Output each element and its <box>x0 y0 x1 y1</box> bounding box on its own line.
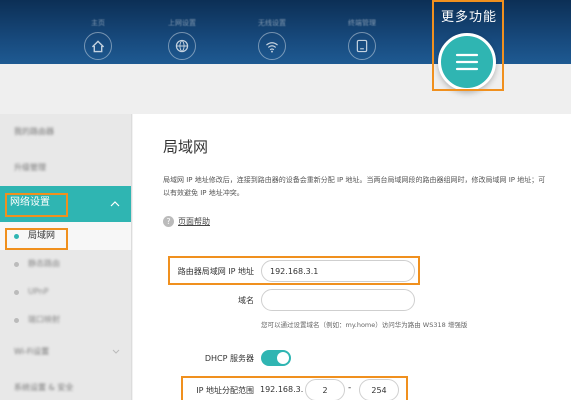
toggle-knob <box>277 352 289 364</box>
sidebar-item-label: 系统设置 & 安全 <box>14 383 74 392</box>
sidebar-item-port-mapping[interactable]: 端口映射 <box>0 306 131 334</box>
nav-item-label: 主页 <box>91 19 105 27</box>
wifi-icon <box>258 32 286 60</box>
home-icon <box>84 32 112 60</box>
sidebar-item-upnp[interactable]: UPnP <box>0 278 131 306</box>
sidebar-item-label: 我的路由器 <box>14 127 54 136</box>
devices-icon <box>348 32 376 60</box>
nav-item-label: 无线设置 <box>258 19 286 27</box>
ip-range-highlight <box>181 376 408 400</box>
bullet-icon <box>14 318 19 323</box>
sidebar-item-system-settings[interactable]: 系统设置 & 安全 <box>0 370 131 400</box>
sidebar-item-static-route[interactable]: 静态路由 <box>0 250 131 278</box>
sidebar-item-label: 静态路由 <box>28 259 60 268</box>
sidebar-item-my-router[interactable]: 我的路由器 <box>0 114 131 150</box>
domain-label: 域名 <box>238 296 254 305</box>
nav-item-label: 终端管理 <box>348 19 376 27</box>
domain-hint: 您可以通过设置域名（例如：my.home）访问华为路由 WS318 增强版 <box>261 321 468 329</box>
page-help-label: 页面帮助 <box>178 217 210 226</box>
dhcp-label: DHCP 服务器 <box>204 354 254 363</box>
globe-icon <box>168 32 196 60</box>
lan-item-highlight <box>5 228 68 250</box>
nav-item-wifi[interactable]: 无线设置 <box>252 18 292 64</box>
page-help-link[interactable]: ? 页面帮助 <box>163 216 210 227</box>
domain-input[interactable] <box>261 289 415 311</box>
chevron-down-icon <box>112 349 120 354</box>
router-ip-highlight <box>168 256 420 285</box>
nav-item-devices[interactable]: 终端管理 <box>342 18 382 64</box>
sidebar: 我的路由器 升级管理 网络设置 局域网 静态路由 UPnP 端口映射 Wi-Fi… <box>0 114 132 400</box>
sidebar-item-label: 端口映射 <box>28 315 60 324</box>
dhcp-toggle[interactable] <box>261 350 291 366</box>
network-settings-highlight <box>5 193 68 217</box>
nav-item-home[interactable]: 主页 <box>78 18 118 64</box>
sidebar-item-label: Wi-Fi设置 <box>14 347 50 356</box>
more-functions-highlight <box>432 0 504 91</box>
page-title: 局域网 <box>163 138 209 156</box>
sidebar-item-upgrade[interactable]: 升级管理 <box>0 150 131 186</box>
nav-item-internet[interactable]: 上网设置 <box>162 18 202 64</box>
bullet-icon <box>14 262 19 267</box>
sidebar-item-wifi-settings[interactable]: Wi-Fi设置 <box>0 334 131 370</box>
bullet-icon <box>14 290 19 295</box>
nav-item-label: 上网设置 <box>168 19 196 27</box>
question-icon: ? <box>163 216 174 227</box>
sidebar-item-label: 升级管理 <box>14 163 46 172</box>
chevron-up-icon <box>110 201 120 207</box>
sidebar-item-label: UPnP <box>28 287 49 296</box>
page-description: 局域网 IP 地址修改后，连接到路由器的设备会重新分配 IP 地址。当两台局域网… <box>163 176 546 197</box>
